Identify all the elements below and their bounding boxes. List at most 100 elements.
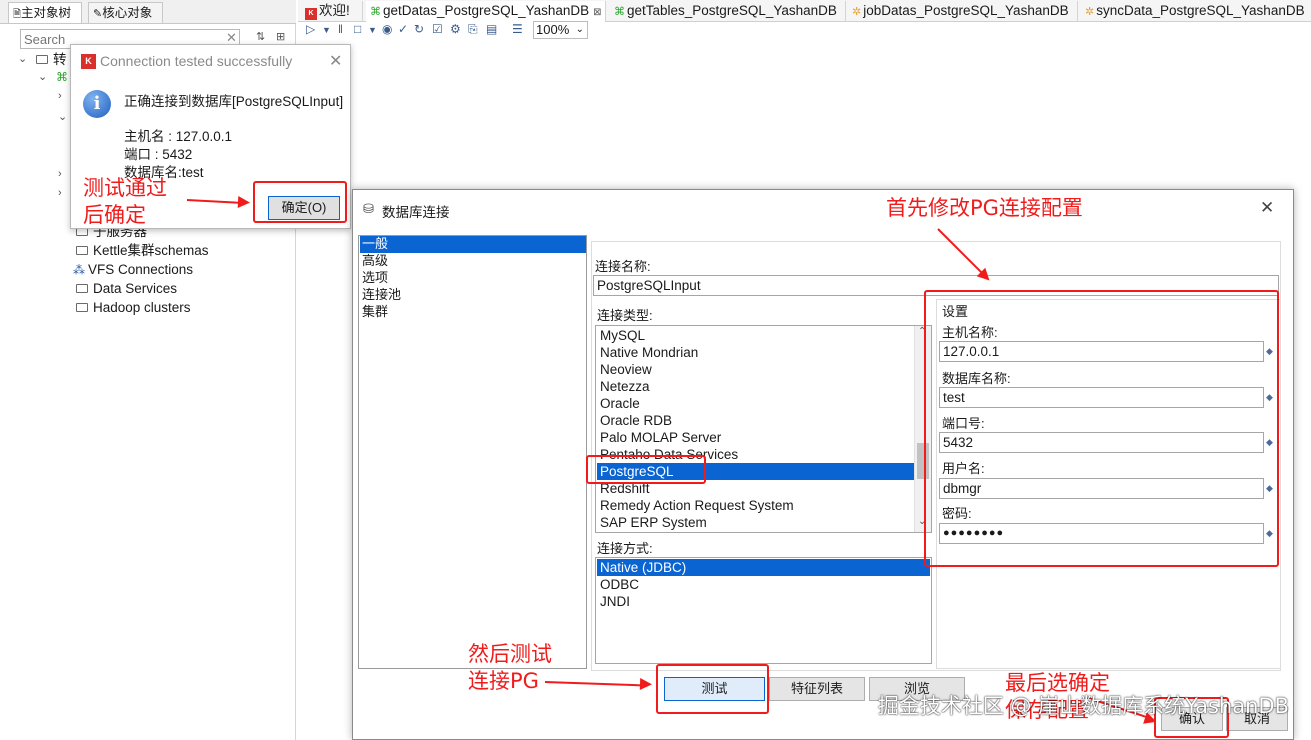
annotation-step-test-1: 然后测试 — [468, 642, 552, 666]
folder-icon — [36, 55, 48, 64]
debug-icon[interactable]: ✓ — [398, 22, 408, 36]
stop-icon[interactable]: □ — [354, 22, 361, 36]
tab-jobdatas[interactable]: ✲ jobDatas_PostgreSQL_YashanDB — [848, 1, 1078, 22]
close-icon[interactable]: ✕ — [329, 51, 342, 71]
list-item-selected[interactable]: Native (JDBC) — [597, 559, 930, 576]
tree-item-transformations[interactable]: 转 — [36, 50, 67, 69]
chevron-right-icon[interactable]: › — [58, 90, 62, 102]
annotation-step-test-2: 连接PG — [468, 669, 539, 693]
dialog-title: 数据库连接 — [382, 205, 450, 220]
folder-icon — [76, 303, 88, 312]
tab-core-objects[interactable]: ✎核心对象 — [88, 2, 163, 23]
conn-name-label: 连接名称: — [595, 259, 651, 274]
zoom-select[interactable]: 100% ⌄ — [533, 21, 588, 39]
close-icon[interactable]: ⊠ — [593, 7, 601, 18]
annotation-step-confirm-1: 测试通过 — [83, 176, 167, 200]
tree-item-hadoop-clusters[interactable]: Hadoop clusters — [76, 298, 191, 317]
annotation-step-confirm-2: 后确定 — [83, 203, 146, 227]
tree-icon: 🗎 — [13, 9, 22, 20]
dialog-title-bar: ⛁ 数据库连接 ✕ — [353, 190, 1293, 228]
popup-port: 端口 : 5432 — [124, 147, 193, 162]
transformation-icon: ⌘ — [370, 6, 381, 18]
watermark: 掘金技术社区 @ 崖山数据库系统YashanDB — [877, 694, 1289, 718]
tab-getdatas[interactable]: ⌘ getDatas_PostgreSQL_YashanDB ⊠ — [366, 1, 606, 22]
chevron-down-icon[interactable]: ⌄ — [18, 52, 27, 65]
chevron-down-icon[interactable]: ⌄ — [38, 70, 47, 83]
verify-icon[interactable]: ☑ — [432, 22, 443, 36]
nav-item-clustering[interactable]: 集群 — [360, 304, 586, 321]
kettle-icon: K — [81, 54, 96, 69]
toolbar: ▷ ▼ ‖ □ ▼ ◉ ✓ ↻ ☑ ⚙ ⎘ ▤ ☰ — [298, 22, 1311, 40]
arrow-head-icon — [639, 678, 653, 691]
list-item[interactable]: ODBC — [597, 576, 914, 593]
conn-type-label: 连接类型: — [597, 308, 653, 323]
tab-gettables[interactable]: ⌘ getTables_PostgreSQL_YashanDB — [610, 1, 846, 22]
info-icon: i — [83, 90, 111, 118]
list-item[interactable]: Oracle — [597, 395, 914, 412]
transformation-icon: ⌘ — [56, 70, 68, 84]
tree-item-data-services[interactable]: Data Services — [76, 279, 177, 298]
list-item[interactable]: Neoview — [597, 361, 914, 378]
nav-item-general[interactable]: 一般 — [360, 236, 586, 253]
nav-item-pooling[interactable]: 连接池 — [360, 287, 586, 304]
nav-item-advanced[interactable]: 高级 — [360, 253, 586, 270]
chevron-right-icon[interactable]: › — [58, 187, 62, 199]
list-item[interactable]: Palo MOLAP Server — [597, 429, 914, 446]
expand-icon[interactable]: ⊞ — [276, 30, 285, 43]
tab-syncdata[interactable]: ✲ syncData_PostgreSQL_YashanDB — [1081, 1, 1311, 22]
highlight-test-button — [656, 664, 769, 714]
dropdown-icon[interactable]: ▼ — [368, 25, 377, 35]
impact-icon[interactable]: ⚙ — [450, 22, 461, 36]
chevron-down-icon: ⌄ — [575, 24, 584, 35]
list-item[interactable]: JNDI — [597, 593, 914, 610]
folder-icon — [76, 246, 88, 255]
network-icon: ⁂ — [73, 263, 85, 277]
tree-item-vfs-connections[interactable]: ⁂ VFS Connections — [73, 260, 193, 279]
feature-list-button[interactable]: 特征列表 — [769, 677, 865, 701]
popup-message: 正确连接到数据库[PostgreSQLInput] — [124, 94, 344, 109]
nav-item-options[interactable]: 选项 — [360, 270, 586, 287]
popup-host: 主机名 : 127.0.0.1 — [124, 129, 233, 144]
pause-icon[interactable]: ‖ — [338, 22, 343, 36]
chevron-down-icon[interactable]: ⌄ — [58, 110, 67, 123]
highlight-postgresql — [586, 455, 706, 484]
list-item[interactable]: Oracle RDB — [597, 412, 914, 429]
run-icon[interactable]: ▷ — [306, 22, 315, 36]
tree-item-kettle-cluster[interactable]: Kettle集群schemas — [76, 241, 209, 260]
highlight-popup-ok — [253, 181, 347, 223]
annotation-step-config: 首先修改PG连接配置 — [886, 196, 1083, 220]
pencil-icon: ✎ — [93, 8, 103, 20]
align-icon[interactable]: ☰ — [512, 22, 523, 36]
explore-db-icon[interactable]: ▤ — [486, 22, 497, 36]
job-icon: ✲ — [1085, 6, 1095, 18]
folder-icon — [76, 284, 88, 293]
editor-tab-bar: K 欢迎! ⌘ getDatas_PostgreSQL_YashanDB ⊠ ⌘ get… — [298, 0, 1311, 22]
preview-icon[interactable]: ◉ — [382, 22, 392, 36]
tab-welcome[interactable]: K 欢迎! — [301, 1, 363, 22]
list-item[interactable]: Netezza — [597, 378, 914, 395]
popup-title: Connection tested successfully — [100, 53, 293, 69]
popup-title-bar: K Connection tested successfully ✕ — [71, 45, 350, 77]
highlight-settings — [924, 290, 1279, 567]
sql-icon[interactable]: ⎘ — [468, 22, 478, 37]
collapse-icon[interactable]: ⇅ — [256, 30, 265, 43]
arrow-head-icon — [237, 196, 251, 209]
chevron-right-icon[interactable]: › — [58, 168, 62, 180]
list-item[interactable]: SAP ERP System — [597, 514, 914, 531]
list-item[interactable]: Remedy Action Request System — [597, 497, 914, 514]
tab-main-object-tree[interactable]: 🗎主对象树 — [8, 2, 82, 23]
conn-type-list[interactable]: MySQL Native Mondrian Neoview Netezza Or… — [595, 325, 932, 533]
access-label: 连接方式: — [597, 541, 653, 556]
transformation-icon: ⌘ — [614, 6, 625, 18]
kettle-icon: K — [305, 8, 317, 20]
replay-icon[interactable]: ↻ — [414, 22, 424, 36]
list-item[interactable]: Native Mondrian — [597, 344, 914, 361]
access-type-list[interactable]: Native (JDBC) ODBC JNDI — [595, 557, 932, 664]
settings-nav-list: 一般 高级 选项 连接池 集群 — [358, 235, 587, 669]
database-icon: ⛁ — [363, 201, 374, 216]
close-icon[interactable]: ✕ — [1260, 198, 1274, 218]
dropdown-icon[interactable]: ▼ — [322, 25, 331, 35]
list-item[interactable]: MySQL — [597, 327, 914, 344]
job-icon: ✲ — [852, 6, 862, 18]
left-tab-bar: 🗎主对象树 ✎核心对象 — [0, 0, 296, 24]
